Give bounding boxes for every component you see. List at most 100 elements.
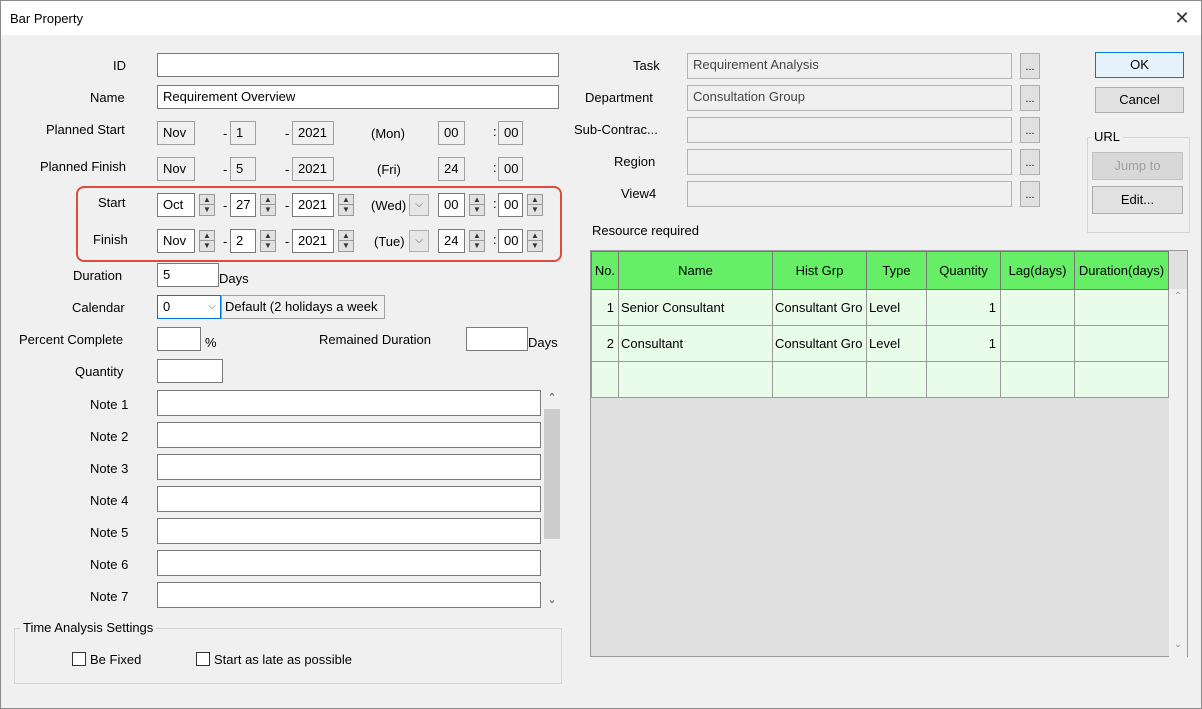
- start-month[interactable]: Oct: [157, 193, 195, 217]
- start-hour[interactable]: 00: [438, 193, 465, 217]
- duration-cell[interactable]: [1074, 325, 1169, 362]
- chevron-up-icon[interactable]: ⌃: [1169, 291, 1187, 302]
- chevron-down-icon[interactable]: ⌵: [409, 230, 429, 252]
- start-late-checkbox[interactable]: [196, 652, 210, 666]
- resource-table[interactable]: No. Name Hist Grp Type Quantity Lag(days…: [590, 250, 1188, 657]
- up-arrow-icon[interactable]: ▲: [470, 195, 484, 205]
- finish-day[interactable]: 2: [230, 229, 256, 253]
- duration-cell[interactable]: [1074, 289, 1169, 326]
- down-arrow-icon[interactable]: ▼: [528, 205, 542, 215]
- up-arrow-icon[interactable]: ▲: [339, 231, 353, 241]
- down-arrow-icon[interactable]: ▼: [339, 241, 353, 251]
- duration-cell[interactable]: [1074, 361, 1169, 398]
- task-browse-button[interactable]: ...: [1020, 53, 1040, 79]
- be-fixed-checkbox[interactable]: [72, 652, 86, 666]
- finish-month-spinner[interactable]: ▲ ▼: [199, 230, 215, 252]
- start-month-spinner[interactable]: ▲ ▼: [199, 194, 215, 216]
- type-cell[interactable]: [866, 361, 927, 398]
- scrollbar-thumb[interactable]: [544, 409, 560, 539]
- start-day[interactable]: 27: [230, 193, 256, 217]
- department-field[interactable]: Consultation Group: [687, 85, 1012, 111]
- department-browse-button[interactable]: ...: [1020, 85, 1040, 111]
- chevron-down-icon[interactable]: ⌵: [409, 194, 429, 216]
- planned-finish-hour[interactable]: 24: [438, 157, 465, 181]
- view4-field[interactable]: [687, 181, 1012, 207]
- note-field[interactable]: [157, 454, 541, 480]
- planned-start-year[interactable]: 2021: [292, 121, 334, 145]
- duration-field[interactable]: 5: [157, 263, 219, 287]
- down-arrow-icon[interactable]: ▼: [261, 241, 275, 251]
- up-arrow-icon[interactable]: ▲: [528, 231, 542, 241]
- chevron-down-icon[interactable]: ⌄: [1169, 639, 1187, 650]
- column-header-name[interactable]: Name: [618, 251, 773, 290]
- sub-contractor-browse-button[interactable]: ...: [1020, 117, 1040, 143]
- name-field[interactable]: Requirement Overview: [157, 85, 559, 109]
- quantity-cell[interactable]: [926, 361, 1001, 398]
- sub-contractor-field[interactable]: [687, 117, 1012, 143]
- close-icon[interactable]: ✕: [1171, 7, 1193, 29]
- up-arrow-icon[interactable]: ▲: [200, 195, 214, 205]
- hist-grp-cell[interactable]: [772, 361, 867, 398]
- jump-to-button[interactable]: Jump to: [1092, 152, 1183, 180]
- up-arrow-icon[interactable]: ▲: [470, 231, 484, 241]
- percent-complete-field[interactable]: [157, 327, 201, 351]
- notes-scrollbar[interactable]: ⌃ ⌄: [542, 389, 562, 609]
- column-header-no[interactable]: No.: [591, 251, 619, 290]
- planned-finish-month[interactable]: Nov: [157, 157, 195, 181]
- start-minute[interactable]: 00: [498, 193, 523, 217]
- planned-finish-minute[interactable]: 00: [498, 157, 523, 181]
- finish-month[interactable]: Nov: [157, 229, 195, 253]
- type-cell[interactable]: Level: [866, 289, 927, 326]
- resource-table-scrollbar[interactable]: ⌃ ⌄: [1169, 289, 1187, 657]
- note-field[interactable]: [157, 550, 541, 576]
- note-field[interactable]: [157, 582, 541, 608]
- finish-minute[interactable]: 00: [498, 229, 523, 253]
- task-field[interactable]: Requirement Analysis: [687, 53, 1012, 79]
- down-arrow-icon[interactable]: ▼: [339, 205, 353, 215]
- edit-url-button[interactable]: Edit...: [1092, 186, 1183, 214]
- start-year-spinner[interactable]: ▲ ▼: [338, 194, 354, 216]
- table-row[interactable]: 1 Senior Consultant Consultant Gro Level…: [591, 289, 1169, 326]
- resource-name-cell[interactable]: Senior Consultant: [618, 289, 773, 326]
- column-header-lag[interactable]: Lag(days): [1000, 251, 1075, 290]
- lag-cell[interactable]: [1000, 361, 1075, 398]
- start-year[interactable]: 2021: [292, 193, 334, 217]
- chevron-up-icon[interactable]: ⌃: [542, 389, 562, 407]
- resource-name-cell[interactable]: [618, 361, 773, 398]
- note-field[interactable]: [157, 486, 541, 512]
- column-header-quantity[interactable]: Quantity: [926, 251, 1001, 290]
- lag-cell[interactable]: [1000, 325, 1075, 362]
- column-header-type[interactable]: Type: [866, 251, 927, 290]
- planned-finish-year[interactable]: 2021: [292, 157, 334, 181]
- id-field[interactable]: [157, 53, 559, 77]
- region-browse-button[interactable]: ...: [1020, 149, 1040, 175]
- planned-start-hour[interactable]: 00: [438, 121, 465, 145]
- lag-cell[interactable]: [1000, 289, 1075, 326]
- down-arrow-icon[interactable]: ▼: [470, 241, 484, 251]
- up-arrow-icon[interactable]: ▲: [261, 195, 275, 205]
- planned-start-minute[interactable]: 00: [498, 121, 523, 145]
- finish-day-spinner[interactable]: ▲ ▼: [260, 230, 276, 252]
- column-header-hist-grp[interactable]: Hist Grp: [772, 251, 867, 290]
- quantity-field[interactable]: [157, 359, 223, 383]
- up-arrow-icon[interactable]: ▲: [528, 195, 542, 205]
- hist-grp-cell[interactable]: Consultant Gro: [772, 325, 867, 362]
- up-arrow-icon[interactable]: ▲: [200, 231, 214, 241]
- finish-year[interactable]: 2021: [292, 229, 334, 253]
- planned-start-month[interactable]: Nov: [157, 121, 195, 145]
- finish-minute-spinner[interactable]: ▲ ▼: [527, 230, 543, 252]
- quantity-cell[interactable]: 1: [926, 325, 1001, 362]
- up-arrow-icon[interactable]: ▲: [261, 231, 275, 241]
- remained-duration-field[interactable]: [466, 327, 528, 351]
- down-arrow-icon[interactable]: ▼: [200, 241, 214, 251]
- table-row-new[interactable]: [591, 361, 1169, 398]
- start-minute-spinner[interactable]: ▲ ▼: [527, 194, 543, 216]
- planned-finish-day[interactable]: 5: [230, 157, 256, 181]
- column-header-duration[interactable]: Duration(days): [1074, 251, 1169, 290]
- region-field[interactable]: [687, 149, 1012, 175]
- finish-hour-spinner[interactable]: ▲ ▼: [469, 230, 485, 252]
- note-field[interactable]: [157, 422, 541, 448]
- down-arrow-icon[interactable]: ▼: [528, 241, 542, 251]
- planned-start-day[interactable]: 1: [230, 121, 256, 145]
- note-field[interactable]: [157, 518, 541, 544]
